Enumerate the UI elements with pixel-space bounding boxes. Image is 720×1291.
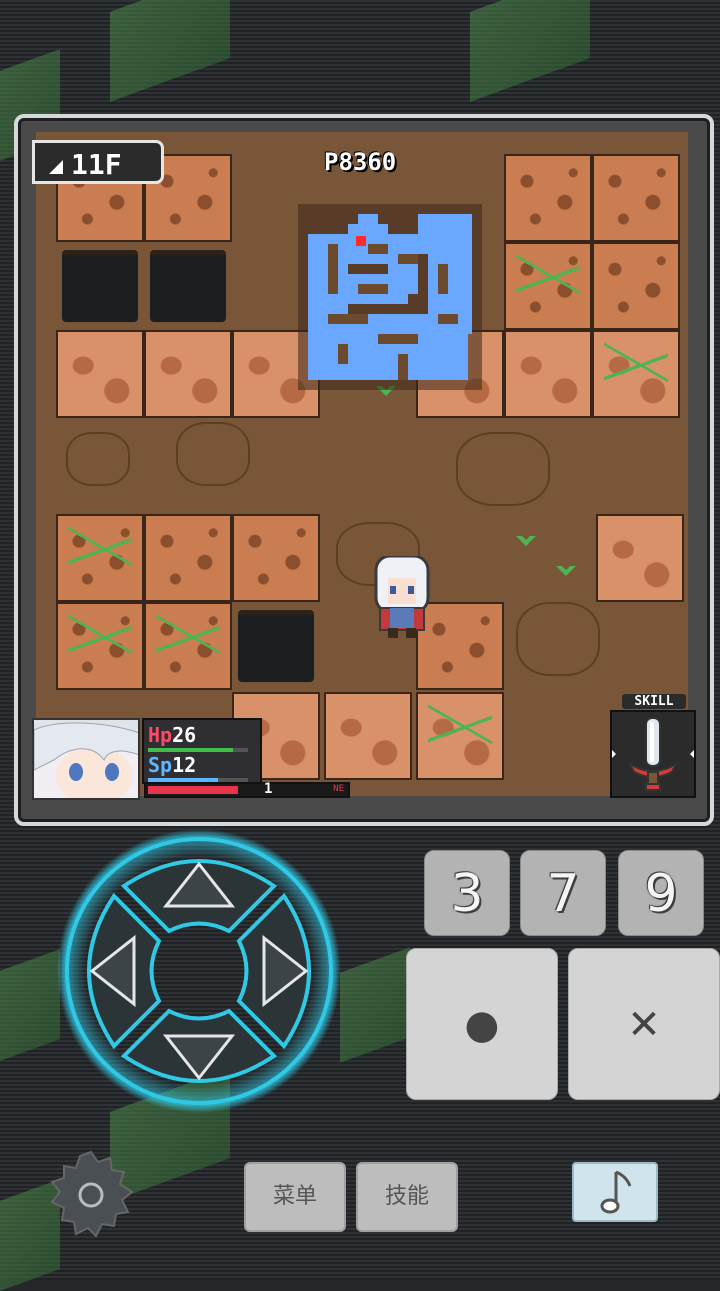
rock-tile (504, 242, 592, 330)
num-button-7[interactable]: 7 (520, 850, 606, 936)
floor-label: 11F (71, 148, 122, 181)
sp-label: Sp (148, 753, 173, 777)
dpad[interactable] (54, 826, 344, 1116)
music-note-icon (600, 1170, 632, 1214)
skill-box[interactable] (610, 710, 696, 798)
hp-bar (148, 748, 248, 752)
wall-tile (504, 330, 592, 418)
hp-label: Hp (148, 723, 173, 747)
dungeon-viewport[interactable] (36, 132, 688, 796)
status-panel: Hp26 Sp12 1 NE (32, 718, 350, 800)
num-button-9[interactable]: 9 (618, 850, 704, 936)
hp-value: 26 (172, 723, 197, 747)
pit-tile (144, 242, 232, 330)
grass-sprout (516, 536, 536, 546)
exp-bar-fill (148, 786, 238, 794)
gear-icon[interactable] (46, 1150, 136, 1240)
rock-tile (56, 514, 144, 602)
gold-counter: P8360 (324, 148, 397, 176)
wall-tile (592, 330, 680, 418)
num-button-3[interactable]: 3 (424, 850, 510, 936)
stairs-icon (49, 160, 63, 174)
grass-sprout (556, 566, 576, 576)
level-value: 1 (264, 781, 273, 797)
wall-tile (56, 330, 144, 418)
exp-bar: 1 NE (144, 781, 350, 798)
floor-indicator: 11F (32, 140, 164, 184)
menu-button[interactable]: 菜单 (244, 1162, 346, 1232)
wall-tile (416, 692, 504, 780)
rock-tile (592, 242, 680, 330)
wall-tile (324, 692, 412, 780)
floor-crack (66, 432, 130, 486)
rock-tile (144, 602, 232, 690)
floor-crack (456, 432, 550, 506)
music-button[interactable] (572, 1162, 658, 1222)
exp-tag: NE (333, 784, 344, 794)
hp-bar-fill (148, 748, 233, 752)
skill-slot[interactable]: SKILL (608, 694, 700, 802)
wall-tile (596, 514, 684, 602)
rock-tile (232, 514, 320, 602)
rock-tile (144, 514, 232, 602)
sp-value: 12 (172, 753, 197, 777)
wall-tile (144, 330, 232, 418)
cancel-button[interactable]: ✕ (568, 948, 720, 1100)
rock-tile (504, 154, 592, 242)
sword-icon (612, 717, 694, 791)
pit-tile (232, 602, 320, 690)
character-portrait (32, 718, 140, 800)
skill-label: SKILL (622, 694, 686, 709)
pit-tile (56, 242, 144, 330)
x-icon: ✕ (627, 1002, 661, 1048)
confirm-button[interactable]: ● (406, 948, 558, 1100)
player-character (374, 556, 430, 638)
stats-box: Hp26 Sp12 (142, 718, 262, 784)
rock-tile (592, 154, 680, 242)
floor-crack (176, 422, 250, 486)
skills-button[interactable]: 技能 (356, 1162, 458, 1232)
circle-icon: ● (464, 1002, 500, 1048)
floor-crack (516, 602, 600, 676)
minimap (298, 204, 482, 390)
rock-tile (56, 602, 144, 690)
